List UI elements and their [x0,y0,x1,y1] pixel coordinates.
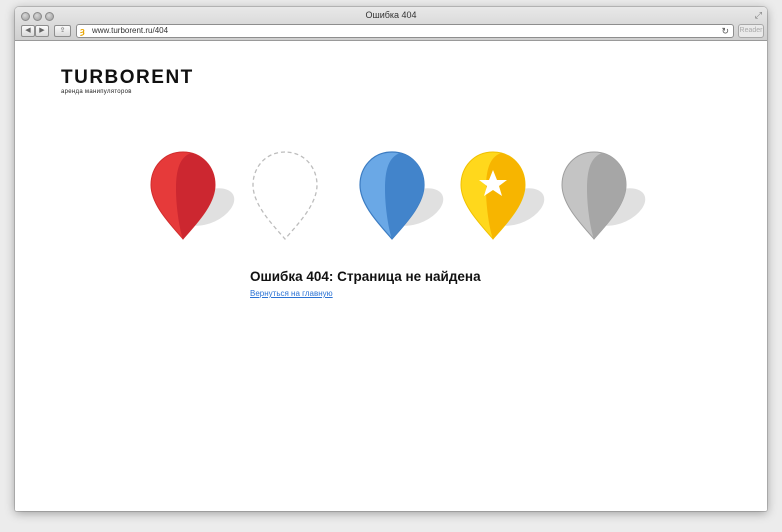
browser-window: Ошибка 404 ⤢ ◀ ▶ ⇪ ȝ www.turborent.ru/40… [15,7,767,511]
reload-icon[interactable]: ↻ [721,25,729,37]
gray-pin-icon [557,147,657,242]
reader-button[interactable]: Reader [738,24,764,38]
share-icon: ⇪ [59,27,66,34]
address-bar[interactable]: ȝ www.turborent.ru/404 ↻ [76,24,734,38]
site-tagline: аренда манипуляторов [61,89,132,95]
browser-toolbar: Ошибка 404 ⤢ ◀ ▶ ⇪ ȝ www.turborent.ru/40… [15,7,767,41]
back-button[interactable]: ◀ [21,25,35,37]
yellow-star-pin-icon [456,147,556,242]
forward-icon: ▶ [39,27,45,34]
share-button[interactable]: ⇪ [54,25,71,37]
window-title: Ошибка 404 [365,10,417,20]
fullscreen-icon[interactable]: ⤢ [755,10,762,21]
page-content: TURBORENT аренда манипуляторов Ошибка 40… [15,42,767,511]
empty-pin-placeholder [248,147,348,242]
site-favicon-icon: ȝ [80,26,85,36]
back-icon: ◀ [25,27,31,34]
red-pin-icon [146,147,246,242]
back-to-home-link[interactable]: Вернуться на главную [250,289,333,298]
forward-button[interactable]: ▶ [35,25,49,37]
error-heading: Ошибка 404: Страница не найдена [250,269,481,284]
site-logo[interactable]: TURBORENT [61,68,194,88]
blue-pin-icon [355,147,455,242]
url-text[interactable]: www.turborent.ru/404 [92,26,168,36]
